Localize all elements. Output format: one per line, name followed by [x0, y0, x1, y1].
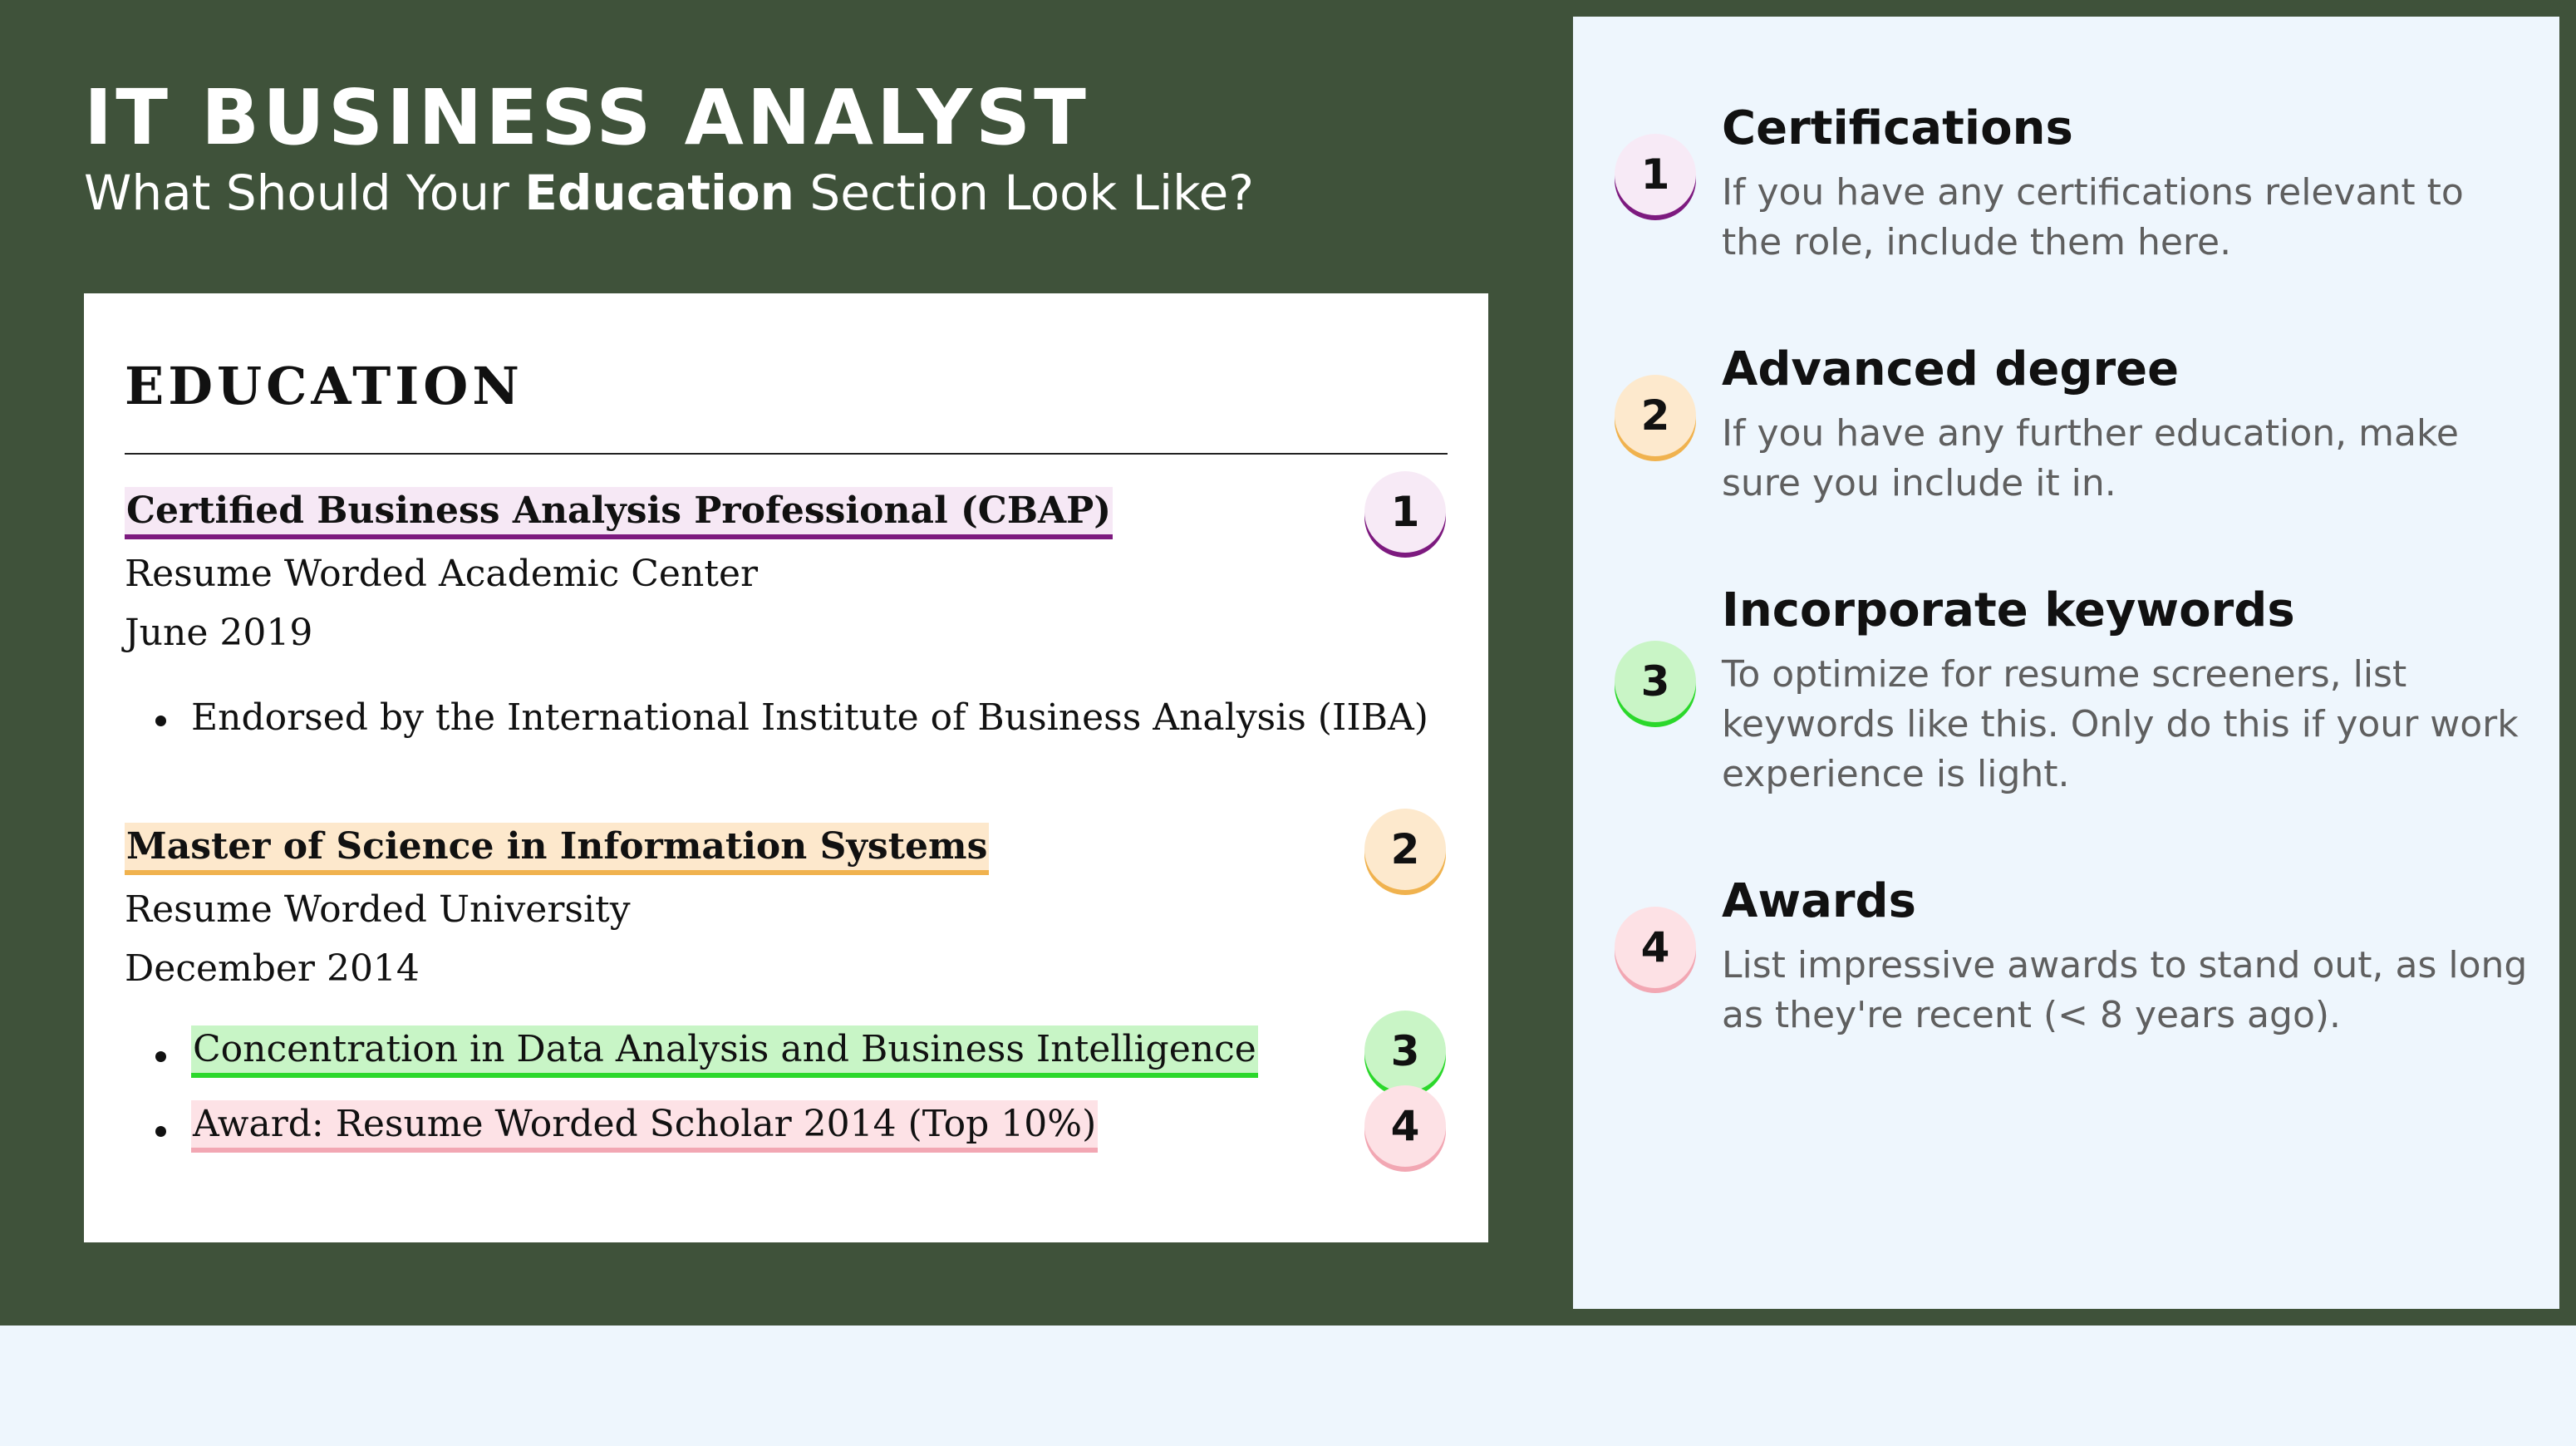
entry-1-date: June 2019 [125, 612, 313, 654]
entry-1-title-highlight: Certified Business Analysis Professional… [125, 487, 1113, 540]
entry-2-date: December 2014 [125, 947, 420, 990]
bullet-dot [155, 716, 166, 726]
page-title: IT BUSINESS ANALYST [84, 73, 1089, 162]
section-divider [125, 453, 1448, 455]
keyword-highlight: Concentration in Data Analysis and Busin… [191, 1025, 1258, 1079]
tip-2-text: If you have any further education, make … [1722, 412, 2459, 504]
bullet-dot [155, 1126, 166, 1137]
tip-1-title: Certifications [1722, 101, 2073, 155]
tip-3-text: To optimize for resume screeners, list k… [1722, 653, 2519, 795]
tip-1-text: If you have any certifications relevant … [1722, 171, 2464, 263]
subtitle-text-after: Section Look Like? [794, 165, 1255, 221]
tip-2-title: Advanced degree [1722, 342, 2180, 396]
bullet-dot [155, 1051, 166, 1062]
entry-1-title: Certified Business Analysis Professional… [125, 487, 1113, 540]
education-heading: EDUCATION [125, 356, 524, 416]
award-highlight: Award: Resume Worded Scholar 2014 (Top 1… [191, 1100, 1099, 1153]
tip-4-text: List impressive awards to stand out, as … [1722, 944, 2528, 1036]
tip-1-badge: 1 [1615, 134, 1696, 215]
entry-2-institution: Resume Worded University [125, 888, 631, 931]
badge-2: 2 [1364, 809, 1446, 890]
entry-2-title-highlight: Master of Science in Information Systems [125, 823, 990, 876]
badge-3: 3 [1364, 1011, 1446, 1092]
badge-1: 1 [1364, 471, 1446, 553]
entry-2-bullet-1: Concentration in Data Analysis and Busin… [191, 1025, 1258, 1079]
badge-4: 4 [1364, 1085, 1446, 1167]
subtitle-text-before: What Should Your [84, 165, 525, 221]
tip-3-title: Incorporate keywords [1722, 583, 2295, 637]
tip-2-badge: 2 [1615, 375, 1696, 456]
entry-1-institution: Resume Worded Academic Center [125, 553, 759, 595]
entry-1-bullet-1: Endorsed by the International Institute … [191, 696, 1428, 739]
subtitle-text-bold: Education [524, 165, 794, 221]
tip-3-badge: 3 [1615, 641, 1696, 722]
tip-4-badge: 4 [1615, 907, 1696, 988]
page-subtitle: What Should Your Education Section Look … [84, 165, 1254, 221]
entry-2-title: Master of Science in Information Systems [125, 823, 990, 876]
entry-2-bullet-2: Award: Resume Worded Scholar 2014 (Top 1… [191, 1100, 1099, 1153]
tip-4-title: Awards [1722, 874, 1916, 928]
